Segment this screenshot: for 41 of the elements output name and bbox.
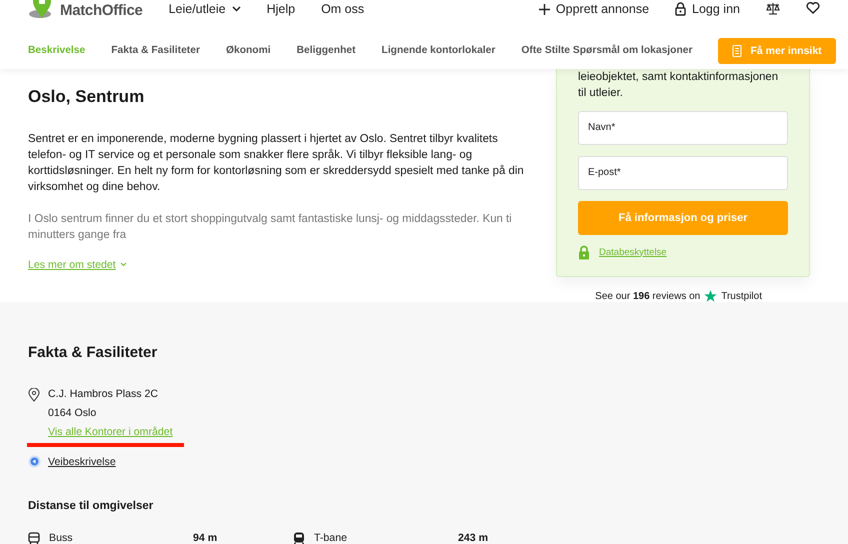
bus-icon: [28, 532, 40, 544]
document-icon: [732, 44, 742, 57]
distance-label: T-bane: [314, 532, 348, 544]
nav-link[interactable]: Hjelp: [266, 2, 296, 16]
section-title: Fakta & Fasiliteter: [28, 344, 158, 361]
distance-title: Distanse til omgivelser: [28, 500, 154, 512]
logo-text: MatchOffice: [60, 2, 143, 19]
section-tab[interactable]: Lignende kontorlokaler: [382, 45, 496, 56]
distance-label: Buss: [49, 532, 74, 544]
address-text: C.J. Hambros Plass 2C: [48, 387, 160, 402]
form-intro-text: leieobjektet, samt kontaktinformasjonen til utleier.: [578, 70, 780, 101]
reviews-text: See our 196 reviews on: [595, 290, 700, 302]
plus-icon: [538, 4, 550, 14]
nav-link[interactable]: Leie/utleie: [168, 2, 241, 16]
header-action-link[interactable]: Logg inn: [675, 2, 740, 16]
description-paragraph: Sentret er en imponerende, moderne bygning plassert i hjertet av Oslo. Sentret tilbyr kvalitets telefon- og IT service og et personale som snakker flere språk. Vi tilbyr fleksible lang- og korttidsløsninger. En helt ny form for kontorløsning som er skreddersydd spesielt med tanke på din virksomhet og dine behov.: [28, 132, 525, 195]
compare-button[interactable]: [766, 2, 780, 15]
location-title: Oslo, Sentrum: [28, 86, 146, 107]
directions-icon: [28, 455, 41, 468]
input-field[interactable]: Navn*: [578, 110, 788, 145]
nav-link[interactable]: Om oss: [321, 2, 364, 16]
section-tab[interactable]: Økonomi: [226, 45, 271, 56]
chevron-down-icon: [120, 262, 127, 268]
section-tab[interactable]: Beliggenhet: [296, 45, 356, 56]
lock-icon: [675, 2, 686, 16]
distance-value: 94 m: [193, 532, 218, 544]
location-pin-icon: [28, 388, 40, 402]
scale-icon: [766, 2, 780, 15]
star-icon: [704, 290, 718, 302]
postal-text: 0164 Oslo: [48, 406, 98, 421]
header-action-link[interactable]: Opprett annonse: [538, 2, 650, 16]
faded-paragraph: I Oslo sentrum finner du et stort shoppingutvalg samt fantastiske lunsj- og middagssteder. Kun ti minutters gange fra: [28, 212, 513, 243]
section-tab[interactable]: Fakta & Fasiliteter: [111, 45, 200, 56]
favorites-button[interactable]: [806, 2, 820, 14]
distance-value: 243 m: [458, 532, 488, 544]
section-tab[interactable]: Ofte Stilte Spørsmål om lokasjoner: [521, 45, 692, 56]
input-field[interactable]: E-post*: [578, 156, 788, 190]
lock-icon: [578, 244, 590, 260]
directions-link[interactable]: Veibeskrivelse: [48, 456, 820, 468]
heart-icon: [806, 2, 820, 14]
trustpilot-logo-text: Trustpilot: [721, 290, 762, 302]
